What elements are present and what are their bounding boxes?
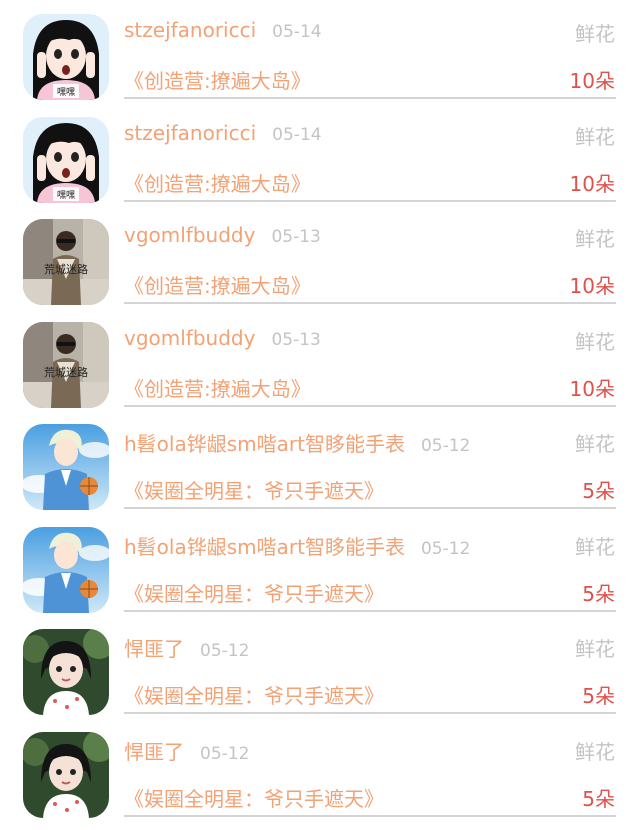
list-item[interactable]: 嘿嘿 stzejfanoricci 05-14 鲜花《创造营:撩遍大岛》 10朵 xyxy=(0,0,640,103)
gift-type-label: 鲜花 xyxy=(575,739,615,764)
row-header: h髫ola铧龈sm喈art智眵能手表 05-12 xyxy=(124,531,470,560)
row-header: stzejfanoricci 05-14 xyxy=(124,18,322,42)
date-text: 05-13 xyxy=(271,329,321,350)
gift-record-list: 嘿嘿 stzejfanoricci 05-14 鲜花 《创造营:撩遍大岛》 10朵 嘿嘿… xyxy=(0,0,640,820)
svg-text:荒城迷路: 荒城迷路 xyxy=(44,366,88,379)
svg-text:荒城迷路: 荒城迷路 xyxy=(44,263,88,276)
list-item[interactable]: h髫ola铧龈sm喈art智眵能手表 05-12 鲜花《娱圈全明星：爷只手遮天》 5朵 xyxy=(0,513,640,616)
divider xyxy=(124,404,616,407)
divider xyxy=(124,302,616,304)
gift-amount: 10朵 xyxy=(569,69,615,93)
list-item[interactable]: 悍匪了 05-12 鲜花《娱圈全明星：爷只手遮天》 5朵 xyxy=(0,615,640,718)
divider xyxy=(124,199,616,202)
list-item[interactable]: h髫ola铧龈sm喈art智眵能手表 05-12 鲜花《娱圈全明星：爷只手遮天》 5朵 xyxy=(0,410,640,513)
list-item[interactable]: 嘿嘿 stzejfanoricci 05-14 鲜花《创造营:撩遍大岛》 10朵 xyxy=(0,103,640,206)
divider xyxy=(124,814,616,817)
book-title-link[interactable]: 《娱圈全明星：爷只手遮天》 xyxy=(124,578,384,607)
gift-type-label: 鲜花 xyxy=(575,329,615,354)
username[interactable]: 悍匪了 xyxy=(124,637,184,661)
manga-girl-avatar-icon[interactable]: 嘿嘿 xyxy=(23,116,109,203)
username[interactable]: h髫ola铧龈sm喈art智眵能手表 xyxy=(124,432,405,456)
divider xyxy=(124,712,616,714)
book-title-link[interactable]: 《娱圈全明星：爷只手遮天》 xyxy=(124,783,384,812)
list-item[interactable]: 荒城迷路 vgomlfbuddy 05-13 鲜花《创造营:撩遍大岛》 10朵 xyxy=(0,205,640,308)
book-title-link[interactable]: 《创造营:撩遍大岛》 xyxy=(124,65,311,94)
row-header: h髫ola铧龈sm喈art智眵能手表 05-12 xyxy=(124,428,470,457)
date-text: 05-12 xyxy=(420,436,471,456)
book-title-link[interactable]: 《创造营:撩遍大岛》 xyxy=(124,270,311,299)
gift-type-label: 鲜花 xyxy=(575,227,615,251)
street-photo-avatar-icon[interactable]: 荒城迷路 xyxy=(23,219,109,305)
divider xyxy=(124,97,616,99)
street-photo-avatar-icon[interactable]: 荒城迷路 xyxy=(23,321,109,408)
gift-type-label: 鲜花 xyxy=(575,637,615,661)
date-text: 05-14 xyxy=(272,124,322,145)
row-header: vgomlfbuddy 05-13 xyxy=(124,326,321,350)
date-text: 05-12 xyxy=(420,538,471,559)
book-title-link[interactable]: 《娱圈全明星：爷只手遮天》 xyxy=(124,680,384,709)
book-title-link[interactable]: 《创造营:撩遍大岛》 xyxy=(124,168,311,197)
anime-boy-avatar-icon[interactable] xyxy=(23,424,109,510)
date-text: 05-12 xyxy=(200,743,250,764)
username[interactable]: 悍匪了 xyxy=(124,740,184,764)
divider xyxy=(124,507,616,509)
gift-amount: 10朵 xyxy=(569,274,615,298)
username[interactable]: h髫ola铧龈sm喈art智眵能手表 xyxy=(124,535,405,559)
gift-type-label: 鲜花 xyxy=(575,534,615,559)
username[interactable]: stzejfanoricci xyxy=(124,121,256,145)
row-header: vgomlfbuddy 05-13 xyxy=(124,223,321,247)
anime-boy-avatar-icon[interactable] xyxy=(23,526,109,613)
manga-girl-avatar-icon[interactable]: 嘿嘿 xyxy=(23,14,109,100)
date-text: 05-12 xyxy=(200,641,250,661)
book-title-link[interactable]: 《娱圈全明星：爷只手遮天》 xyxy=(124,475,384,504)
little-girl-avatar-icon[interactable] xyxy=(23,731,109,818)
username[interactable]: vgomlfbuddy xyxy=(124,326,255,350)
gift-amount: 5朵 xyxy=(582,581,615,606)
little-girl-avatar-icon[interactable] xyxy=(23,629,109,715)
gift-type-label: 鲜花 xyxy=(575,124,615,149)
gift-amount: 10朵 xyxy=(569,376,615,401)
username[interactable]: vgomlfbuddy xyxy=(124,223,255,247)
gift-type-label: 鲜花 xyxy=(575,432,615,456)
date-text: 05-13 xyxy=(271,227,321,247)
gift-amount: 10朵 xyxy=(569,171,615,196)
row-header: 悍匪了 05-12 xyxy=(124,633,249,662)
divider xyxy=(124,609,616,612)
gift-amount: 5朵 xyxy=(582,786,615,811)
username[interactable]: stzejfanoricci xyxy=(124,18,256,42)
gift-type-label: 鲜花 xyxy=(575,22,615,46)
svg-text:嘿嘿: 嘿嘿 xyxy=(57,87,75,98)
list-item[interactable]: 悍匪了 05-12 鲜花《娱圈全明星：爷只手遮天》 5朵 xyxy=(0,718,640,821)
list-item[interactable]: 荒城迷路 vgomlfbuddy 05-13 鲜花《创造营:撩遍大岛》 10朵 xyxy=(0,308,640,411)
date-text: 05-14 xyxy=(272,22,322,42)
gift-amount: 5朵 xyxy=(582,684,615,708)
gift-amount: 5朵 xyxy=(582,479,615,503)
row-header: stzejfanoricci 05-14 xyxy=(124,121,322,145)
book-title-link[interactable]: 《创造营:撩遍大岛》 xyxy=(124,373,311,402)
svg-text:嘿嘿: 嘿嘿 xyxy=(57,190,75,201)
row-header: 悍匪了 05-12 xyxy=(124,736,249,765)
